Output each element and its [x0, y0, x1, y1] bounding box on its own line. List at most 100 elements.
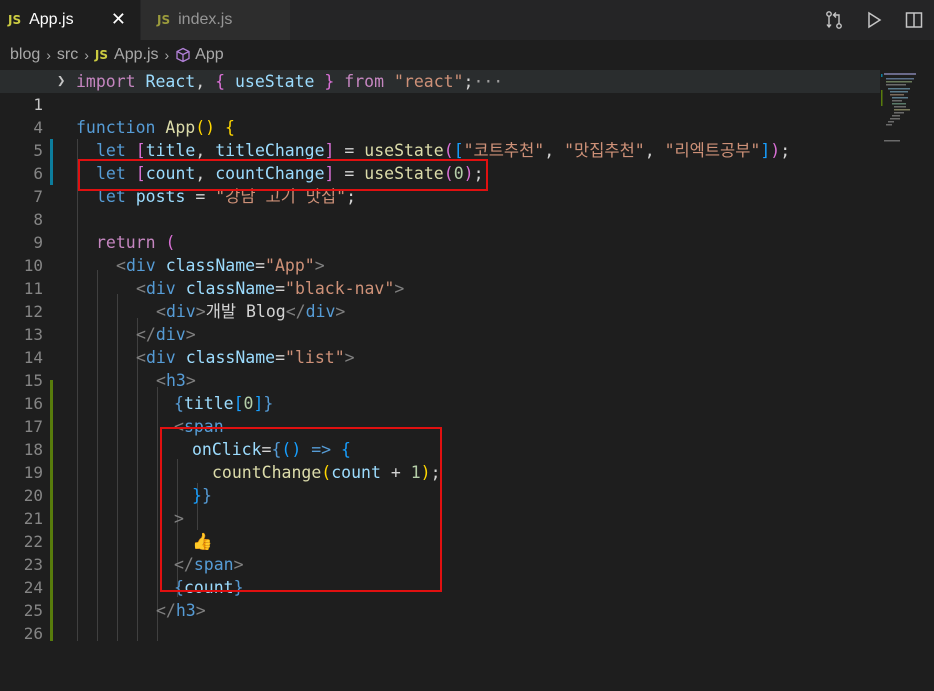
token: [ [233, 394, 244, 413]
token: ; [463, 72, 474, 91]
token: </ [285, 302, 306, 321]
chevron-right-icon[interactable]: ❯ [57, 70, 65, 93]
token: useState [364, 141, 444, 160]
code-line[interactable]: 1 ❯ import React, { useState } from "rea… [0, 70, 880, 114]
token: </ [136, 325, 156, 344]
token: "list" [285, 348, 345, 367]
token: < [136, 279, 146, 298]
token: , [544, 141, 555, 160]
token: < [156, 302, 166, 321]
code-line[interactable]: 5 function App() { [0, 116, 880, 160]
token: div [145, 279, 176, 298]
tab-bar: JS App.js ✕ JS index.js [0, 0, 934, 40]
token: , [644, 141, 655, 160]
code-line[interactable]: 13 <div>개발 Blog</div> [0, 300, 880, 344]
js-file-icon: JS [157, 13, 171, 27]
tab-app-js[interactable]: JS App.js ✕ [0, 0, 140, 40]
code-line[interactable]: 4 [0, 93, 880, 137]
token: > [185, 325, 196, 344]
split-editor-icon[interactable] [894, 0, 934, 40]
token: < [116, 256, 126, 275]
tab-label: index.js [178, 11, 233, 28]
code-line[interactable]: 17 {title[0]} [0, 392, 880, 436]
breadcrumb-item-file[interactable]: App.js [114, 46, 158, 64]
chevron-right-icon: › [84, 47, 89, 63]
token: { [215, 72, 226, 91]
token: return [96, 233, 156, 252]
run-icon[interactable] [854, 0, 894, 40]
vertical-scrollbar[interactable] [920, 70, 934, 641]
code-line[interactable]: 16 <h3> [0, 369, 880, 413]
token: "App" [265, 256, 315, 275]
tab-label: App.js [29, 11, 74, 28]
breadcrumb-item-src[interactable]: src [57, 46, 78, 64]
token: > [335, 302, 346, 321]
code-line[interactable]: 9 [0, 208, 880, 252]
folded-ellipsis[interactable]: ··· [473, 72, 503, 91]
token: "맛집추천" [564, 141, 645, 160]
token: className [185, 279, 276, 298]
token: "react" [393, 72, 464, 91]
token: = [275, 279, 286, 298]
token: } [324, 72, 335, 91]
token: function [76, 118, 156, 137]
token: { [225, 118, 235, 137]
token: , [195, 72, 206, 91]
token: , [195, 141, 206, 160]
token: ] [253, 394, 264, 413]
token: [ [135, 141, 146, 160]
token: 개발 Blog [205, 302, 286, 321]
token: } [263, 394, 274, 413]
token: div [155, 325, 186, 344]
token: div [305, 302, 336, 321]
breadcrumb: blog › src › JS App.js › App [0, 40, 934, 70]
chevron-right-icon: › [164, 47, 170, 63]
token: "black-nav" [285, 279, 395, 298]
token: let [96, 141, 126, 160]
token: > [195, 601, 206, 620]
token: ( [165, 233, 176, 252]
close-icon[interactable]: ✕ [111, 9, 126, 30]
token: className [185, 348, 276, 367]
code-line[interactable]: 26 </h3> [0, 599, 880, 643]
tab-index-js[interactable]: JS index.js [141, 0, 290, 40]
code-line[interactable]: 11 <div className="App"> [0, 254, 880, 298]
token: title [183, 394, 234, 413]
token: > [394, 279, 405, 298]
token: = [275, 348, 286, 367]
token: [ [453, 141, 464, 160]
token: title [145, 141, 196, 160]
token: div [125, 256, 156, 275]
breadcrumb-item-blog[interactable]: blog [10, 46, 40, 64]
token: React [145, 72, 196, 91]
token: 0 [243, 394, 254, 413]
token: ; [780, 141, 791, 160]
token: () [195, 118, 216, 137]
breadcrumb-item-symbol[interactable]: App [195, 46, 223, 64]
token: = [344, 141, 355, 160]
token: from [344, 72, 385, 91]
code-line[interactable]: 10 return ( [0, 231, 880, 275]
code-line[interactable]: 15 <div className="list"> [0, 346, 880, 390]
open-changes-icon[interactable] [814, 0, 854, 40]
token: ] [324, 141, 335, 160]
code-line[interactable]: 12 <div className="black-nav"> [0, 277, 880, 321]
token: h3 [175, 601, 196, 620]
code-line[interactable]: 14 </div> [0, 323, 880, 367]
token: import [76, 72, 136, 91]
code-editor[interactable]: 1 ❯ import React, { useState } from "rea… [0, 70, 934, 643]
chevron-right-icon: › [46, 47, 51, 63]
token: h3 [165, 371, 186, 390]
token: < [136, 348, 146, 367]
token: "코트추천" [463, 141, 545, 160]
js-file-icon: JS [94, 48, 109, 62]
line-number: 26 [23, 624, 43, 643]
token: > [314, 256, 325, 275]
token: useState [234, 72, 315, 91]
editor-actions [814, 0, 934, 40]
react-component-icon [175, 47, 191, 63]
token: div [165, 302, 196, 321]
token: titleChange [215, 141, 325, 160]
token: = [255, 256, 266, 275]
token: App [165, 118, 196, 137]
